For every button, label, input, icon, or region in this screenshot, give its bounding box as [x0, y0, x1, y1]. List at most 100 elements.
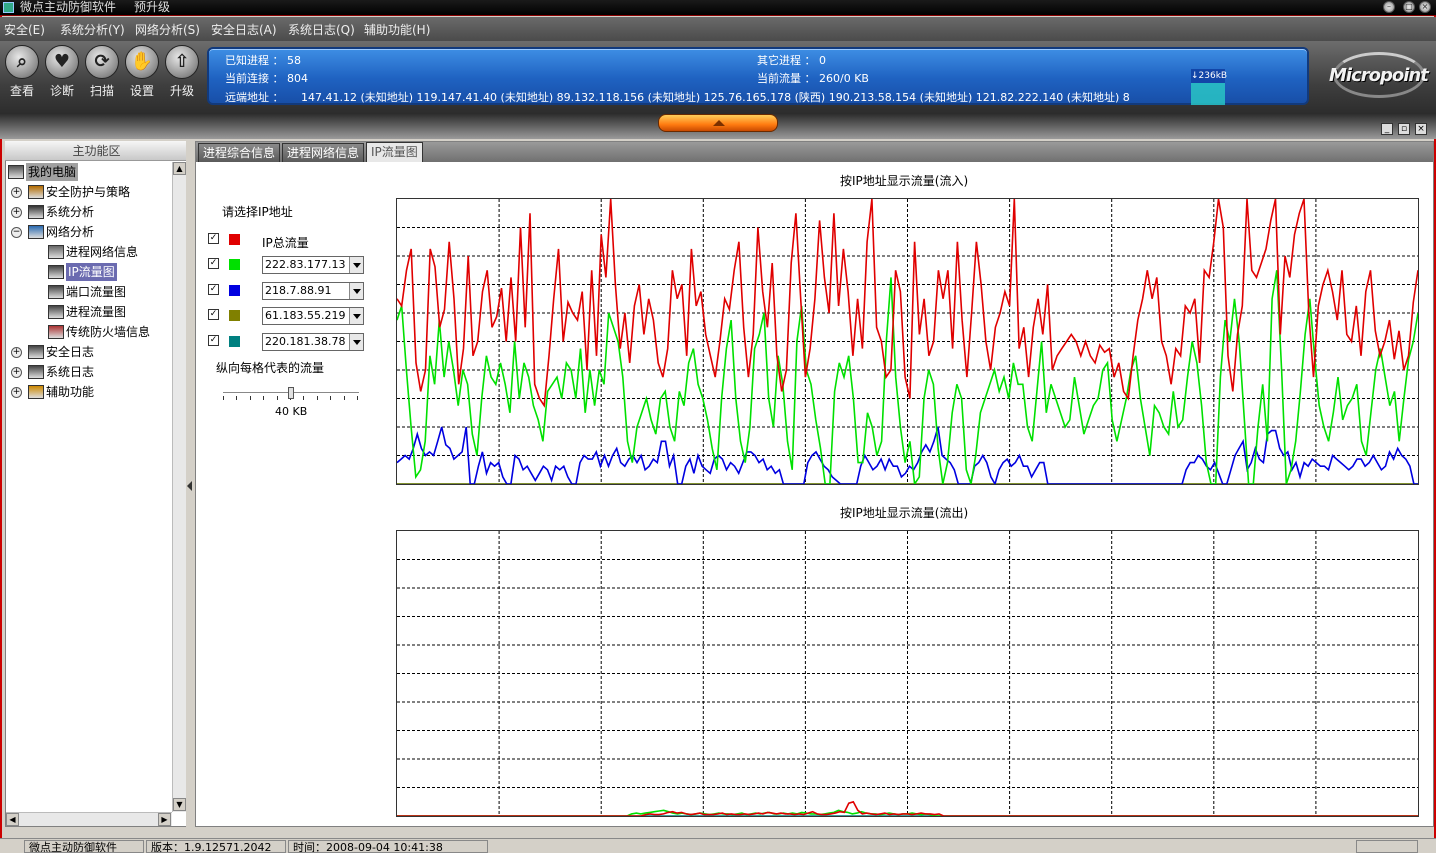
ip-combo-value: 220.181.38.78: [265, 335, 346, 348]
expand-node-icon[interactable]: +: [11, 207, 22, 218]
upgrade-icon: ⇧: [165, 45, 199, 79]
slider-tick: [223, 396, 224, 400]
close-button[interactable]: ×: [1419, 1, 1431, 13]
scroll-up-icon[interactable]: ▲: [173, 162, 186, 175]
ip-checkbox-3[interactable]: ✓: [208, 309, 219, 320]
app-icon: [3, 2, 14, 13]
ip-address-select-1[interactable]: 222.83.177.13: [262, 256, 364, 274]
mdi-restore-button[interactable]: ▫: [1398, 123, 1410, 135]
collapse-node-icon[interactable]: −: [11, 227, 22, 238]
ip-checkbox-4[interactable]: ✓: [208, 335, 219, 346]
ip-traffic-icon: [48, 265, 64, 279]
ip-checkbox-1[interactable]: ✓: [208, 258, 219, 269]
tree-item-5[interactable]: IP流量图: [66, 263, 117, 281]
inbound-chart-title: 按IP地址显示流量(流入): [840, 174, 969, 188]
view-button[interactable]: ⌕ 查看: [3, 45, 41, 99]
process-traffic-icon: [48, 305, 64, 319]
magnifier-icon: ⌕: [5, 45, 39, 79]
expand-node-icon[interactable]: +: [11, 347, 22, 358]
upgrade-button[interactable]: ⇧ 升级: [163, 45, 201, 99]
menu-system-analysis[interactable]: 系统分析(Y): [60, 21, 125, 38]
slider-tick: [263, 396, 264, 400]
tree-item-2[interactable]: 系统分析: [46, 203, 94, 221]
menu-security-log[interactable]: 安全日志(A): [211, 21, 277, 38]
dropdown-arrow-icon[interactable]: [349, 334, 363, 350]
remote-address-label: 远端地址 ：: [225, 91, 284, 104]
tab-ip-traffic[interactable]: IP流量图: [366, 142, 423, 162]
logo-text: Micropoint: [1329, 65, 1429, 86]
tab-process-summary[interactable]: 进程综合信息: [198, 143, 281, 162]
menu-assist[interactable]: 辅助功能(H): [364, 21, 430, 38]
dropdown-arrow-icon[interactable]: [349, 257, 363, 273]
maximize-button[interactable]: □: [1403, 1, 1415, 13]
diagnose-label: 诊断: [49, 84, 74, 98]
firewall-icon: [48, 325, 64, 339]
window-title: 微点主动防御软件: [20, 0, 117, 14]
tree-item-4[interactable]: 进程网络信息: [66, 243, 138, 261]
tree-item-3[interactable]: 网络分析: [46, 223, 94, 241]
outbound-chart-svg: [397, 531, 1418, 817]
slider-tick: [357, 396, 358, 400]
menu-security[interactable]: 安全(E): [4, 21, 45, 38]
expand-node-icon[interactable]: +: [11, 387, 22, 398]
heart-icon: ♥: [45, 45, 79, 79]
scroll-down-icon[interactable]: ▼: [173, 798, 186, 811]
network-icon: [28, 225, 44, 239]
status-bar: 微点主动防御软件 版本：1.9.12571.2042 时间：2008-09-04…: [0, 838, 1436, 853]
collapse-toolbar-button[interactable]: [658, 114, 778, 132]
system-analysis-icon: [28, 205, 44, 219]
tree-item-6[interactable]: 端口流量图: [66, 283, 126, 301]
tree-item-9[interactable]: 安全日志: [46, 343, 94, 361]
dropdown-arrow-icon[interactable]: [349, 283, 363, 299]
chevron-up-icon: [713, 120, 725, 126]
tree-vertical-scrollbar[interactable]: ▲ ▼: [172, 162, 186, 812]
ip-checkbox-2[interactable]: ✓: [208, 284, 219, 295]
outbound-traffic-chart: [396, 530, 1419, 817]
inbound-traffic-chart: [396, 198, 1419, 487]
series-color-swatch: [229, 285, 240, 296]
diagnose-button[interactable]: ♥ 诊断: [43, 45, 81, 99]
mdi-minimize-button[interactable]: _: [1381, 123, 1393, 135]
menu-bar: 安全(E) 系统分析(Y) 网络分析(S) 安全日志(A) 系统日志(Q) 辅助…: [0, 17, 1436, 41]
collapse-left-icon: [187, 481, 192, 491]
mdi-close-button[interactable]: ×: [1415, 123, 1427, 135]
minimize-button[interactable]: –: [1383, 1, 1395, 13]
ip-combo-value: 222.83.177.13: [265, 258, 346, 271]
scale-slider[interactable]: [223, 384, 359, 404]
ip-address-select-3[interactable]: 61.183.55.219: [262, 307, 364, 325]
tree-item-1[interactable]: 安全防护与策略: [46, 183, 130, 201]
expand-node-icon[interactable]: +: [11, 187, 22, 198]
tree-item-10[interactable]: 系统日志: [46, 363, 94, 381]
scan-button[interactable]: ⟳ 扫描: [83, 45, 121, 99]
menu-system-log[interactable]: 系统日志(Q): [288, 21, 355, 38]
tree-item-7[interactable]: 进程流量图: [66, 303, 126, 321]
tree-item-8[interactable]: 传统防火墙信息: [66, 323, 150, 341]
menu-network-analysis[interactable]: 网络分析(S): [135, 21, 200, 38]
system-log-icon: [28, 365, 44, 379]
process-network-icon: [48, 245, 64, 259]
outbound-chart-title: 按IP地址显示流量(流出): [840, 506, 969, 520]
tree-item-0[interactable]: 我的电脑: [26, 163, 79, 181]
ip-address-select-2[interactable]: 218.7.88.91: [262, 282, 364, 300]
slider-tick: [330, 396, 331, 400]
expand-node-icon[interactable]: +: [11, 367, 22, 378]
settings-button[interactable]: ✋ 设置: [123, 45, 161, 99]
tree-item-11[interactable]: 辅助功能: [46, 383, 94, 401]
status-info-panel: 已知进程 ： 58 其它进程 ： 0 当前连接 ： 804 当前流量 ： 260…: [207, 47, 1309, 105]
slider-thumb[interactable]: [288, 387, 294, 399]
scroll-left-icon[interactable]: ◀: [6, 813, 19, 826]
dropdown-arrow-icon[interactable]: [349, 308, 363, 324]
computer-icon: [8, 165, 24, 179]
tab-process-network[interactable]: 进程网络信息: [282, 143, 365, 162]
scale-label: 纵向每格代表的流量: [216, 361, 325, 375]
ip-combo-value: 61.183.55.219: [265, 309, 346, 322]
series-color-swatch: [229, 234, 240, 245]
panel-splitter[interactable]: [186, 141, 194, 827]
scroll-right-icon[interactable]: ▶: [158, 813, 171, 826]
ip-address-select-4[interactable]: 220.181.38.78: [262, 333, 364, 351]
tree-horizontal-scrollbar[interactable]: ◀ ▶: [6, 812, 172, 826]
status-time: 时间：2008-09-04 10:41:38: [288, 840, 488, 853]
scale-value: 40 KB: [275, 405, 308, 418]
ip-total-label: IP总流量: [262, 236, 309, 250]
ip-checkbox-0[interactable]: ✓: [208, 233, 219, 244]
